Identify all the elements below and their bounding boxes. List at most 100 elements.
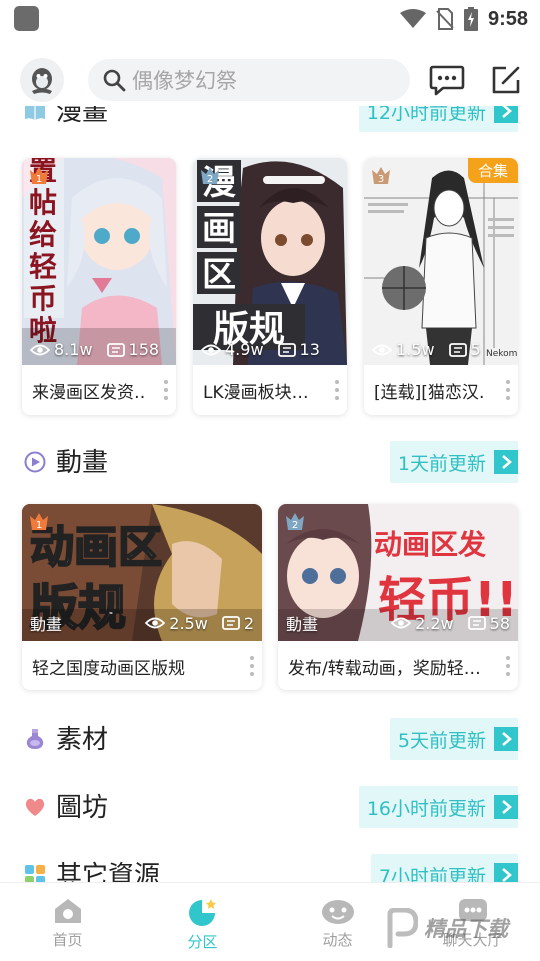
section-title: 漫畫 xyxy=(56,106,109,127)
top-header: 偶像梦幻祭 xyxy=(0,56,540,106)
feed-icon xyxy=(321,900,354,924)
svg-text:动画区发: 动画区发 xyxy=(374,528,486,561)
comment-count: 5 xyxy=(470,340,481,359)
category-label: 動畫 xyxy=(30,615,63,634)
section-title: 圖坊 xyxy=(56,793,109,823)
section-update-button[interactable]: 1天前更新 xyxy=(389,441,518,483)
manga-cover-art: 漫 画 区 版规 xyxy=(193,158,347,365)
edit-icon xyxy=(492,66,520,94)
post-title: 发布/转载动画，奖励轻… xyxy=(288,658,481,679)
svg-text:画: 画 xyxy=(202,209,236,249)
comment-count: 58 xyxy=(489,613,510,633)
update-time-label: 7小时前更新 xyxy=(378,865,486,883)
section-header-other-resources[interactable]: 其它資源 7小时前更新 xyxy=(0,852,540,882)
svg-text:1: 1 xyxy=(36,520,42,531)
messages-button[interactable] xyxy=(429,62,465,98)
update-time-label: 1天前更新 xyxy=(397,452,486,475)
update-time-label: 12小时前更新 xyxy=(366,106,486,124)
svg-text:1: 1 xyxy=(36,174,42,185)
more-options-icon[interactable] xyxy=(250,656,254,676)
user-avatar[interactable] xyxy=(20,58,64,102)
post-card[interactable]: 漫 画 区 版规 2 4.9w 13 LK漫画板块… xyxy=(193,158,347,415)
eye-icon xyxy=(201,344,221,355)
home-icon xyxy=(54,899,81,923)
rank-crown-icon: 1 xyxy=(30,167,48,185)
section-update-button[interactable]: 12小时前更新 xyxy=(358,106,518,132)
post-footer: LK漫画板块… xyxy=(193,365,347,415)
section-title: 其它資源 xyxy=(56,861,161,882)
post-stats: 4.9w 13 xyxy=(201,340,339,359)
eye-icon xyxy=(372,344,392,355)
svg-text:2: 2 xyxy=(207,174,213,185)
grid-apps-icon xyxy=(25,865,45,882)
section-title: 素材 xyxy=(56,725,109,755)
post-stats: 8.1w 158 xyxy=(30,340,168,359)
post-thumbnail: 动画区 版规 1 動畫 2.5w 2 xyxy=(22,504,262,641)
update-time-label: 16小时前更新 xyxy=(366,797,486,820)
wifi-icon xyxy=(399,9,426,28)
post-card[interactable]: 动画区 版规 1 動畫 2.5w 2 轻之国度动画区版规 xyxy=(22,504,262,690)
post-title: 轻之国度动画区版规 xyxy=(32,658,185,679)
comment-count: 2 xyxy=(243,613,254,633)
watermark-logo-icon xyxy=(387,908,418,948)
view-count: 2.5w xyxy=(169,613,208,633)
post-stats: 動畫 2.2w 58 xyxy=(286,611,510,635)
section-header-anime[interactable]: 動畫 1天前更新 xyxy=(0,439,540,485)
compose-button[interactable] xyxy=(488,62,524,98)
chevron-right-icon xyxy=(494,450,518,474)
eye-icon xyxy=(30,344,50,355)
view-count: 4.9w xyxy=(225,340,264,359)
search-input[interactable]: 偶像梦幻祭 xyxy=(88,59,410,101)
more-options-icon[interactable] xyxy=(506,656,510,676)
eye-icon xyxy=(145,617,166,629)
section-header-materials[interactable]: 素材 5天前更新 xyxy=(0,716,540,762)
post-card[interactable]: 置帖给轻币啦 1 8.1w 158 来漫画区发资… xyxy=(22,158,176,415)
chevron-right-icon xyxy=(494,727,518,751)
manga-cover-art: 置帖给轻币啦 xyxy=(22,158,176,365)
post-footer: 发布/转载动画，奖励轻… xyxy=(278,641,518,690)
section-header-manga[interactable]: 漫畫 12小时前更新 xyxy=(0,106,540,134)
section-update-button[interactable]: 16小时前更新 xyxy=(358,786,518,828)
book-icon xyxy=(25,106,45,120)
more-options-icon[interactable] xyxy=(164,380,168,400)
play-circle-icon xyxy=(24,451,46,473)
nav-item-category[interactable]: 分区 xyxy=(135,883,270,961)
category-label: 動畫 xyxy=(286,615,319,634)
manga-cover-art: Nekomimi xyxy=(364,158,518,365)
post-card[interactable]: 动画区发 轻币!! 2 動畫 2.2w 58 发布/转载动画，奖励轻… xyxy=(278,504,518,690)
post-thumbnail: 动画区发 轻币!! 2 動畫 2.2w 58 xyxy=(278,504,518,641)
post-thumbnail: 置帖给轻币啦 1 8.1w 158 xyxy=(22,158,176,365)
category-list[interactable]: 漫畫 12小时前更新 置帖给轻币啦 1 xyxy=(0,106,540,882)
battery-charging-icon xyxy=(463,7,478,31)
post-footer: 轻之国度动画区版规 xyxy=(22,641,262,690)
nav-label: 分区 xyxy=(187,933,218,951)
chevron-right-icon xyxy=(494,795,518,819)
chevron-right-icon xyxy=(494,106,518,123)
post-card[interactable]: Nekomimi 3 合集 1.5w 5 [连载][猫恋汉… xyxy=(364,158,518,415)
more-options-icon[interactable] xyxy=(506,380,510,400)
comment-icon xyxy=(221,616,240,630)
post-title: LK漫画板块… xyxy=(203,382,309,403)
section-header-gallery[interactable]: 圖坊 16小时前更新 xyxy=(0,784,540,830)
rank-crown-icon: 2 xyxy=(286,513,304,531)
comment-icon xyxy=(467,616,486,630)
section-update-button[interactable]: 5天前更新 xyxy=(389,718,518,760)
heart-gallery-icon xyxy=(25,798,45,816)
svg-text:2: 2 xyxy=(292,520,298,531)
rank-crown-icon: 2 xyxy=(201,167,219,185)
status-bar: 9:58 xyxy=(0,0,540,38)
penguin-avatar-icon xyxy=(32,68,52,94)
search-icon xyxy=(103,69,126,92)
more-options-icon[interactable] xyxy=(335,380,339,400)
nav-item-home[interactable]: 首页 xyxy=(0,883,135,961)
art-text: 置帖给轻币啦 xyxy=(29,158,57,347)
section-update-button[interactable]: 7小时前更新 xyxy=(370,854,518,883)
post-title: 来漫画区发资… xyxy=(32,382,144,403)
post-thumbnail: Nekomimi 3 合集 1.5w 5 xyxy=(364,158,518,365)
comment-icon xyxy=(277,342,296,357)
notification-app-icon xyxy=(14,6,39,31)
post-thumbnail: 漫 画 区 版规 2 4.9w 13 xyxy=(193,158,347,365)
comment-count: 158 xyxy=(128,340,160,359)
no-sim-icon xyxy=(436,8,454,30)
status-indicators: 9:58 xyxy=(399,6,528,32)
